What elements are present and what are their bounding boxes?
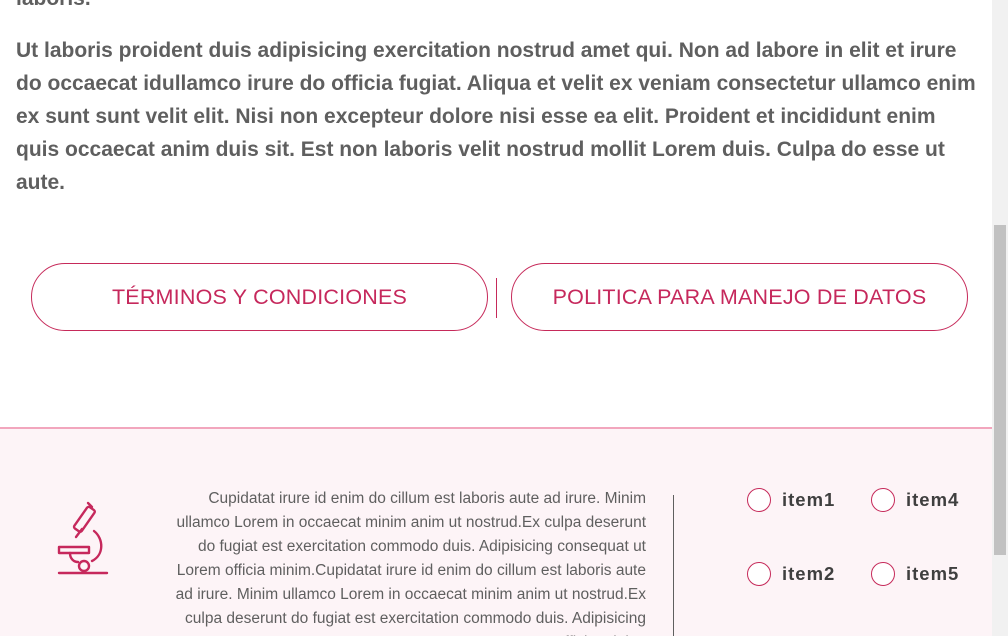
radio-item1[interactable]: item1 bbox=[747, 488, 835, 512]
radio-circle-icon[interactable] bbox=[871, 488, 895, 512]
scrollbar-thumb[interactable] bbox=[994, 225, 1006, 555]
body-paragraph: Ut laboris proident duis adipisicing exe… bbox=[16, 39, 976, 194]
terms-and-conditions-button[interactable]: TÉRMINOS Y CONDICIONES bbox=[31, 263, 488, 331]
footer-divider bbox=[673, 495, 674, 636]
radio-circle-icon[interactable] bbox=[747, 488, 771, 512]
radio-label: item4 bbox=[906, 489, 960, 510]
radio-circle-icon[interactable] bbox=[747, 562, 771, 586]
radio-item5[interactable]: item5 bbox=[871, 562, 959, 586]
data-policy-button[interactable]: POLITICA PARA MANEJO DE DATOS bbox=[511, 263, 968, 331]
vertical-scrollbar[interactable] bbox=[992, 0, 1008, 636]
radio-circle-icon[interactable] bbox=[871, 562, 895, 586]
microscope-icon bbox=[57, 501, 109, 575]
previous-paragraph-tail: laboris. bbox=[16, 0, 91, 10]
footer-description: Cupidatat irure id enim do cillum est la… bbox=[175, 490, 646, 636]
radio-item4[interactable]: item4 bbox=[871, 488, 959, 512]
radio-label: item2 bbox=[782, 563, 836, 584]
buttons-divider bbox=[496, 278, 497, 318]
radio-item2[interactable]: item2 bbox=[747, 562, 835, 586]
radio-label: item5 bbox=[906, 563, 960, 584]
footer: Cupidatat irure id enim do cillum est la… bbox=[0, 427, 992, 636]
page-content: laboris. Ut laboris proident duis adipis… bbox=[0, 0, 992, 636]
radio-label: item1 bbox=[782, 489, 836, 510]
